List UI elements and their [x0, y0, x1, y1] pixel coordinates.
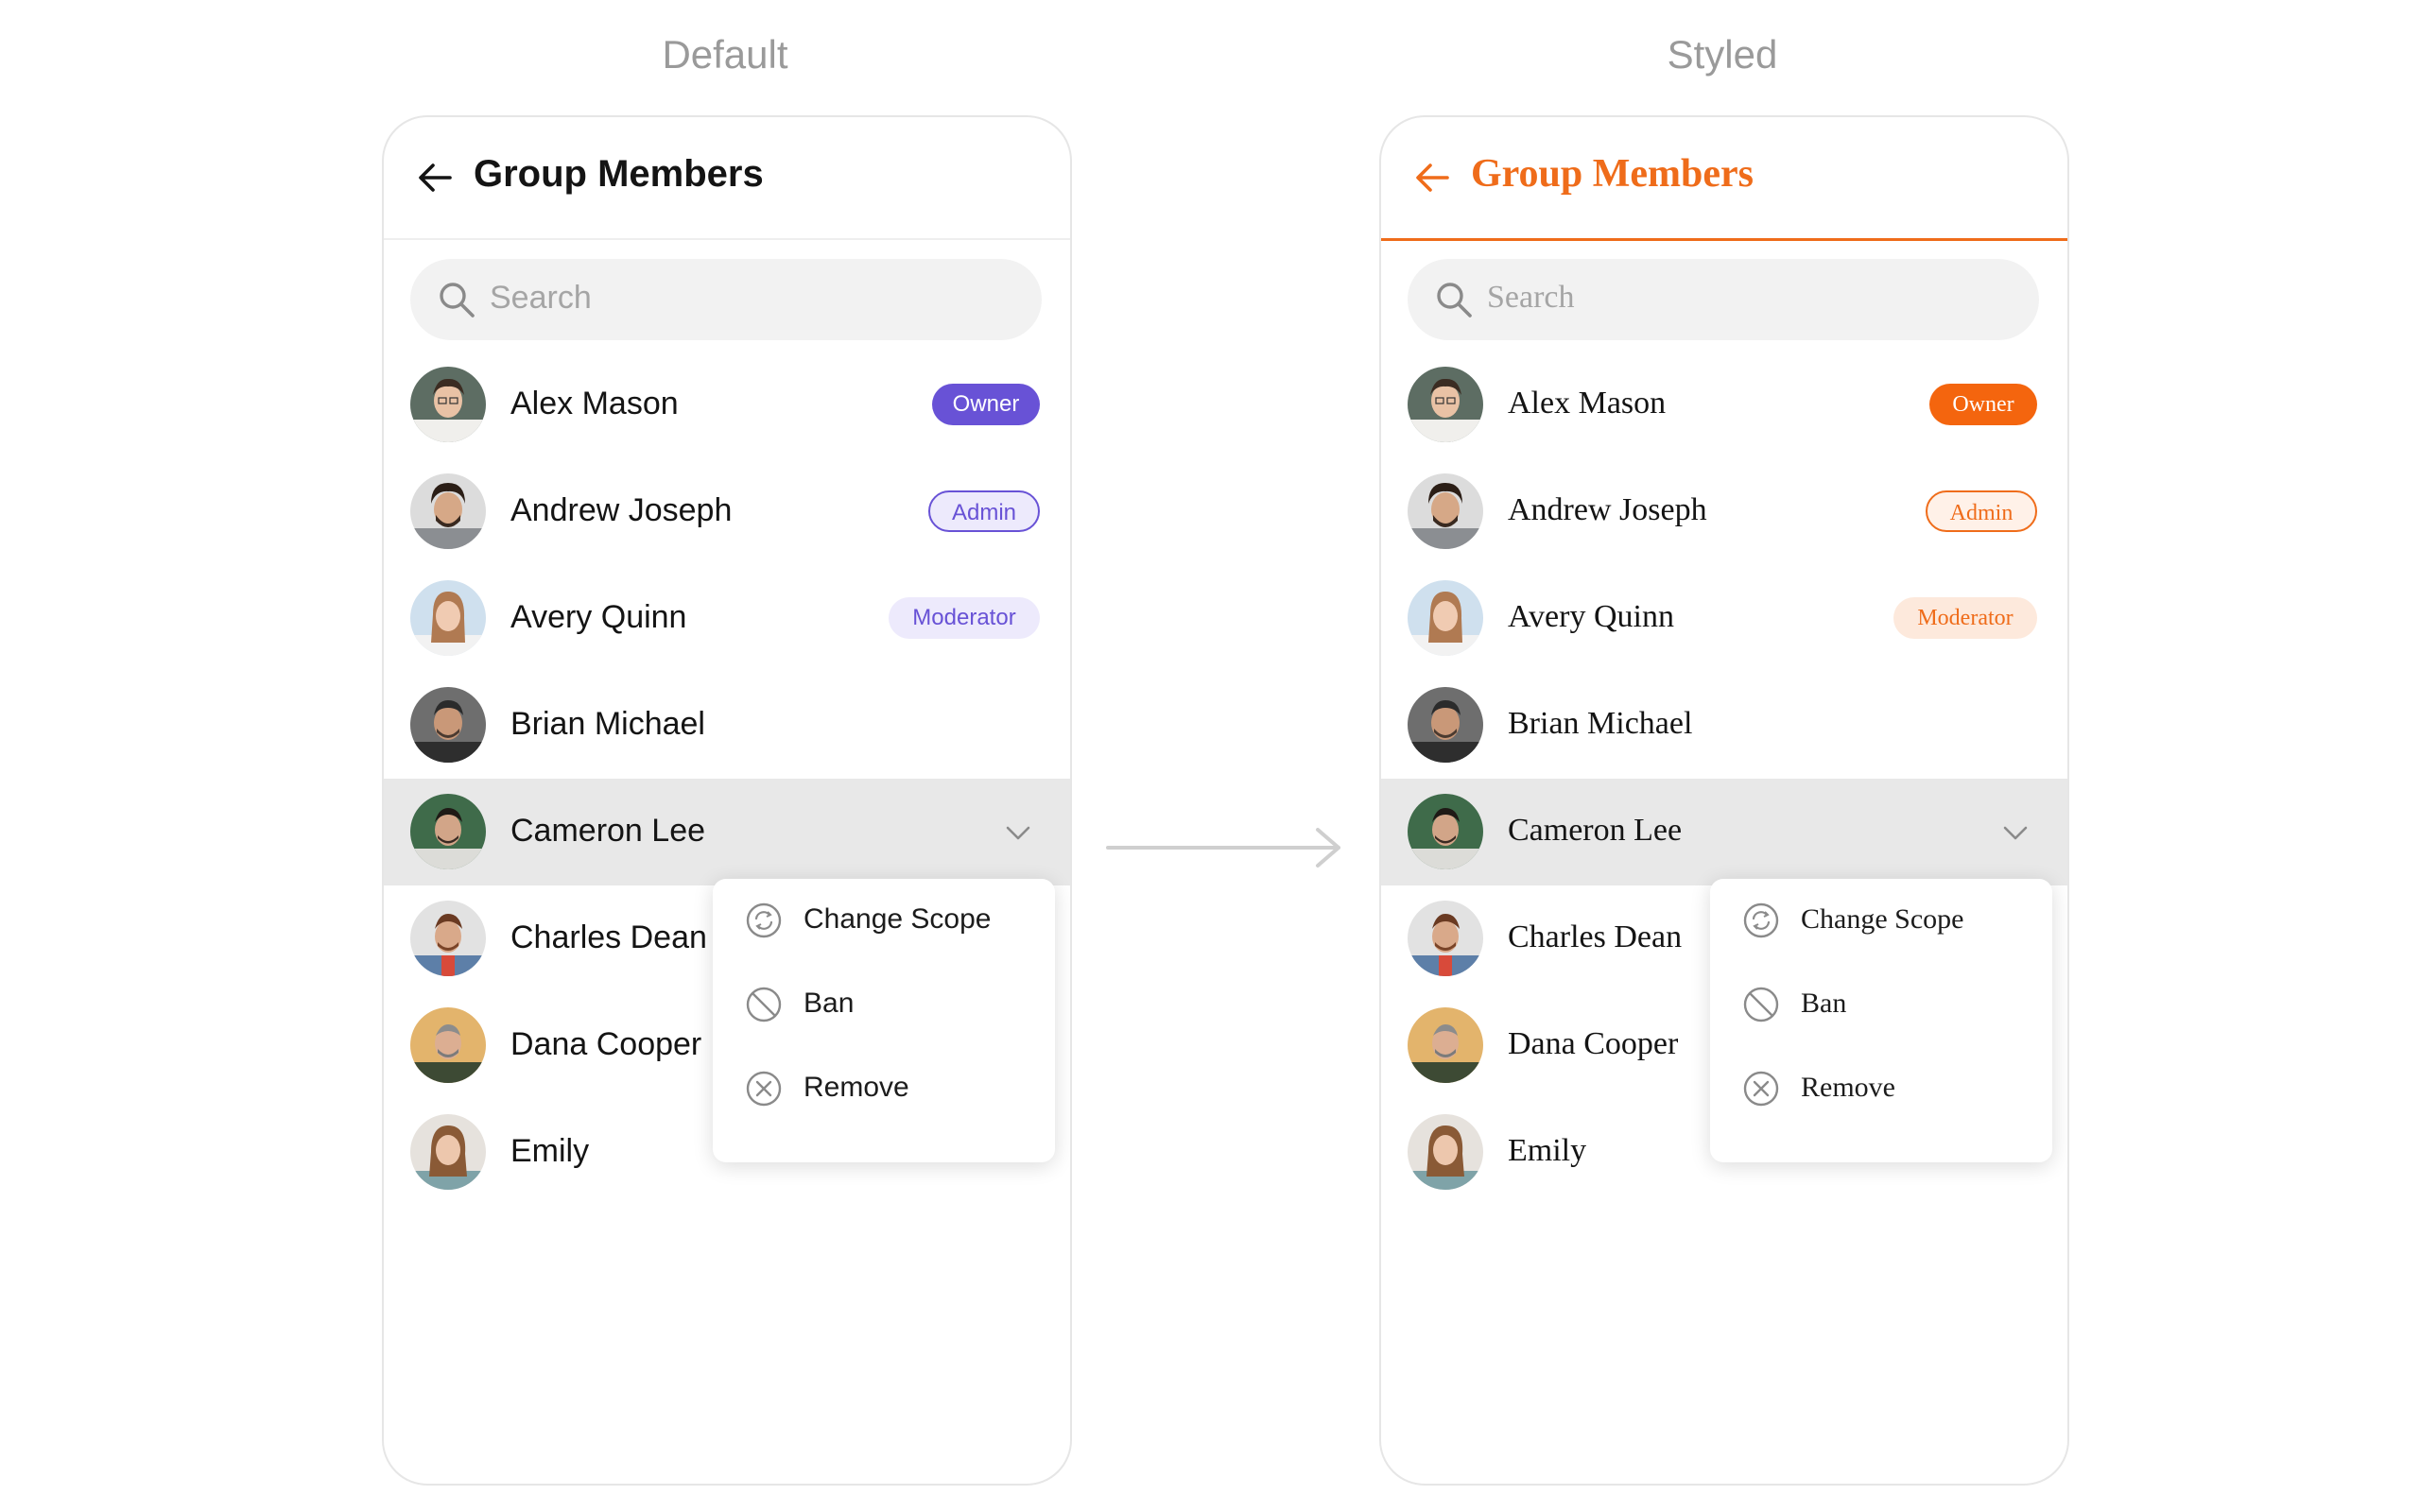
avatar: [410, 901, 486, 976]
avatar: [1408, 687, 1483, 763]
member-name: Brian Michael: [510, 706, 705, 742]
menu-label: Ban: [804, 988, 855, 1019]
avatar: [1408, 473, 1483, 549]
menu-item-change-scope[interactable]: Change Scope: [713, 879, 1055, 962]
ban-icon: [1743, 987, 1779, 1022]
menu-label: Ban: [1801, 988, 1847, 1019]
change-scope-icon: [746, 902, 782, 938]
member-name: Alex Mason: [1508, 386, 1667, 421]
default-column-title: Default: [662, 32, 788, 77]
search-icon: [440, 283, 475, 318]
search-placeholder: Search: [1487, 280, 1575, 315]
member-row[interactable]: Alex Mason Owner: [1381, 352, 2067, 458]
page-title: Group Members: [1471, 152, 1754, 196]
role-badge-owner: Owner: [1929, 384, 2037, 425]
avatar: [1408, 367, 1483, 442]
member-row[interactable]: Avery Quinn Moderator: [1381, 565, 2067, 672]
arrow-right-icon: [1106, 828, 1340, 868]
menu-item-ban[interactable]: Ban: [713, 963, 1055, 1046]
member-name: Dana Cooper: [1508, 1026, 1679, 1061]
chevron-down-icon[interactable]: [1999, 816, 2031, 849]
member-row-selected[interactable]: Cameron Lee: [384, 779, 1070, 885]
avatar: [410, 1114, 486, 1190]
role-badge-moderator: Moderator: [1893, 597, 2037, 639]
member-row[interactable]: Andrew Joseph Admin: [384, 458, 1070, 565]
avatar: [410, 1007, 486, 1083]
avatar: [1408, 1114, 1483, 1190]
menu-label: Remove: [1801, 1072, 1895, 1103]
member-name: Cameron Lee: [1508, 813, 1683, 848]
member-name: Andrew Joseph: [510, 492, 733, 528]
member-name: Dana Cooper: [510, 1026, 702, 1062]
menu-label: Change Scope: [1801, 903, 1964, 935]
avatar: [410, 473, 486, 549]
member-name: Brian Michael: [1508, 706, 1693, 741]
member-row[interactable]: Andrew Joseph Admin: [1381, 458, 2067, 565]
role-badge-owner: Owner: [932, 384, 1040, 425]
page-title: Group Members: [474, 153, 764, 195]
search-placeholder: Search: [490, 280, 592, 316]
styled-group-members-panel: Group Members Search Alex Mason Owner An…: [1379, 115, 2069, 1486]
menu-label: Change Scope: [804, 903, 992, 935]
avatar: [410, 794, 486, 869]
menu-item-remove[interactable]: Remove: [1710, 1047, 2052, 1130]
styled-column-title: Styled: [1667, 32, 1778, 77]
member-options-menu: Change Scope Ban Remove: [1710, 879, 2052, 1162]
search-icon: [1437, 283, 1472, 318]
panel-header: Group Members: [384, 117, 1070, 240]
member-name: Cameron Lee: [510, 813, 706, 849]
menu-label: Remove: [804, 1072, 909, 1103]
close-circle-icon: [746, 1071, 782, 1107]
avatar: [410, 580, 486, 656]
menu-item-ban[interactable]: Ban: [1710, 963, 2052, 1046]
menu-item-remove[interactable]: Remove: [713, 1047, 1055, 1130]
avatar: [1408, 1007, 1483, 1083]
avatar: [410, 687, 486, 763]
avatar: [1408, 580, 1483, 656]
member-row[interactable]: Avery Quinn Moderator: [384, 565, 1070, 672]
back-arrow-icon[interactable]: [416, 159, 454, 197]
member-name: Avery Quinn: [1508, 599, 1674, 634]
change-scope-icon: [1743, 902, 1779, 938]
member-name: Emily: [1508, 1133, 1587, 1168]
avatar: [1408, 901, 1483, 976]
back-arrow-icon[interactable]: [1413, 159, 1451, 197]
member-name: Charles Dean: [1508, 919, 1683, 954]
member-row[interactable]: Alex Mason Owner: [384, 352, 1070, 458]
search-bar[interactable]: Search: [1408, 259, 2039, 340]
role-badge-moderator: Moderator: [889, 597, 1040, 639]
chevron-down-icon[interactable]: [1002, 816, 1034, 849]
close-circle-icon: [1743, 1071, 1779, 1107]
member-name: Andrew Joseph: [1508, 492, 1707, 527]
member-name: Charles Dean: [510, 919, 707, 955]
role-badge-admin: Admin: [928, 490, 1040, 532]
member-name: Alex Mason: [510, 386, 679, 421]
avatar: [1408, 794, 1483, 869]
member-name: Avery Quinn: [510, 599, 687, 635]
member-name: Emily: [510, 1133, 590, 1169]
avatar: [410, 367, 486, 442]
panel-header: Group Members: [1381, 117, 2067, 241]
menu-item-change-scope[interactable]: Change Scope: [1710, 879, 2052, 962]
member-options-menu: Change Scope Ban Remove: [713, 879, 1055, 1162]
member-row[interactable]: Brian Michael: [384, 672, 1070, 779]
member-row[interactable]: Brian Michael: [1381, 672, 2067, 779]
role-badge-admin: Admin: [1926, 490, 2037, 532]
member-row-selected[interactable]: Cameron Lee: [1381, 779, 2067, 885]
default-group-members-panel: Group Members Search Alex Mason Owner An…: [382, 115, 1072, 1486]
ban-icon: [746, 987, 782, 1022]
search-bar[interactable]: Search: [410, 259, 1042, 340]
